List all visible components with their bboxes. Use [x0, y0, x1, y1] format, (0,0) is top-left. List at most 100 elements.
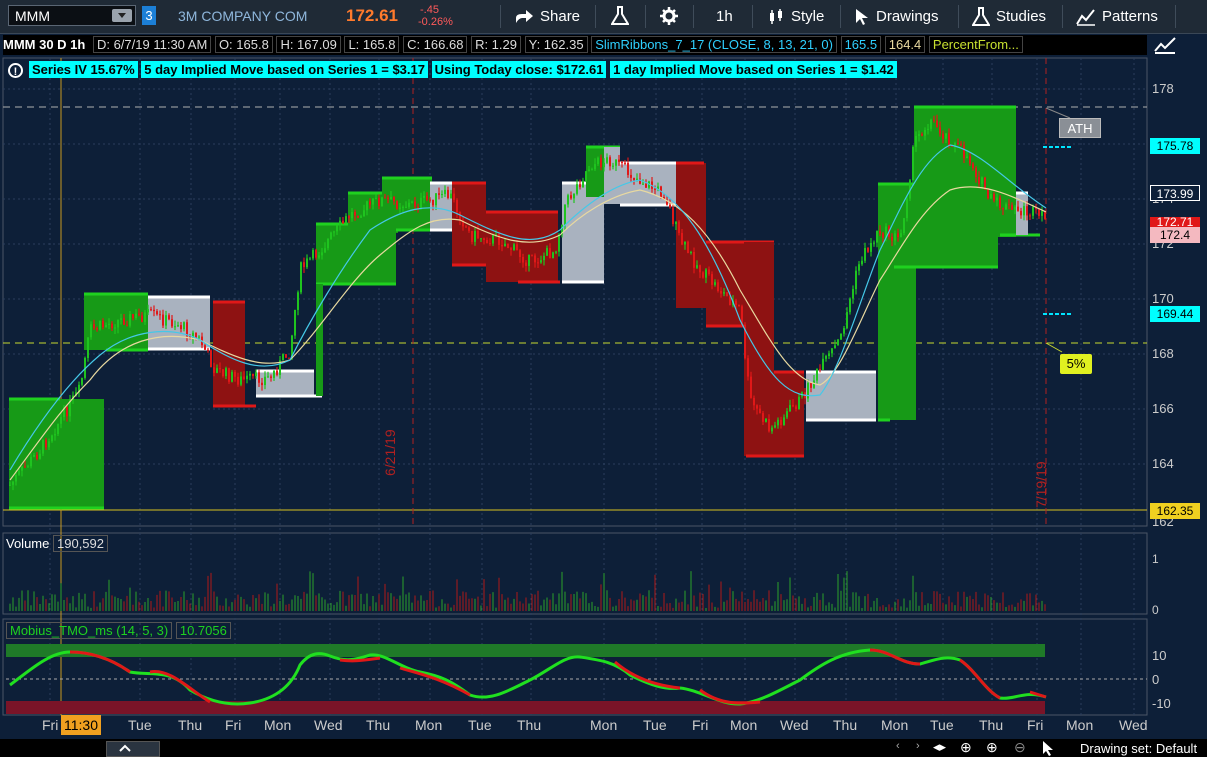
candle-body: [195, 332, 197, 338]
scroll-handle[interactable]: [106, 741, 160, 757]
candle-body: [978, 176, 980, 184]
candle-body: [717, 282, 719, 291]
candle-body: [672, 207, 674, 225]
candle-body: [783, 417, 785, 426]
candle-body: [333, 231, 335, 233]
style-button[interactable]: Style: [767, 0, 824, 33]
study-value-2: 164.4: [884, 36, 926, 53]
crosshair-icon[interactable]: ⊕: [960, 739, 972, 756]
candle-body: [153, 309, 155, 312]
x-axis-label: Mon: [1066, 717, 1094, 733]
candle-body: [300, 262, 302, 293]
toolbar: MMM 3 3M COMPANY COM 172.61 -.45 -0.26% …: [0, 0, 1207, 34]
fit-icon[interactable]: ◂▸: [933, 739, 946, 755]
candle-body: [492, 235, 494, 244]
chevron-down-icon[interactable]: [112, 9, 132, 22]
candle-body: [960, 143, 962, 146]
ath-label[interactable]: ATH: [1059, 118, 1101, 138]
candle-body: [543, 255, 545, 261]
flask-button[interactable]: [610, 0, 630, 33]
expand-icon[interactable]: [1153, 36, 1177, 54]
candle-body: [225, 368, 227, 377]
study-label[interactable]: SlimRibbons_7_17 (CLOSE, 8, 13, 21, 0): [591, 36, 837, 53]
candle-body: [240, 376, 242, 385]
volume-axis-bottom: 0: [1152, 603, 1159, 617]
candle-body: [261, 382, 263, 386]
candle-body: [849, 298, 851, 313]
study-label-2[interactable]: PercentFrom...: [928, 36, 1023, 53]
candle-body: [726, 292, 728, 297]
candle-body: [546, 248, 548, 256]
candle-body: [957, 143, 959, 145]
chevron-up-icon[interactable]: [119, 743, 131, 753]
candle-body: [756, 405, 758, 409]
zoom-in-icon[interactable]: ⊕: [986, 739, 998, 756]
candle-body: [690, 251, 692, 253]
candle-body: [723, 292, 725, 294]
link-group-badge[interactable]: 3: [142, 6, 156, 25]
volume-label: Volume 190,592: [6, 535, 108, 552]
studies-button[interactable]: Studies: [972, 0, 1046, 33]
drawing-set-label[interactable]: Drawing set: Default: [1080, 741, 1207, 756]
candle-body: [474, 230, 476, 242]
candle-body: [9, 484, 11, 486]
candle-body: [531, 254, 533, 256]
info-icon[interactable]: !: [8, 63, 23, 79]
timeframe-button[interactable]: 1h: [716, 0, 733, 33]
candle-body: [780, 419, 782, 426]
implied-move-1d: 1 day Implied Move based on Series 1 = $…: [610, 61, 897, 78]
candle-body: [264, 376, 266, 386]
candle-body: [351, 211, 353, 219]
candle-body: [246, 375, 248, 380]
candle-body: [948, 133, 950, 146]
drawings-button[interactable]: Drawings: [854, 0, 939, 33]
candle-body: [66, 407, 68, 417]
x-axis-label: Tue: [643, 717, 667, 733]
tmo-title[interactable]: Mobius_TMO_ms (14, 5, 3): [6, 622, 173, 639]
candle-body: [399, 207, 401, 209]
x-axis-label: Wed: [1119, 717, 1148, 733]
candle-body: [138, 313, 140, 316]
candle-body: [549, 248, 551, 259]
expand-icon-svg: [1154, 37, 1176, 54]
candle-body: [693, 251, 695, 268]
candle-body: [231, 371, 233, 382]
candle-body: [417, 206, 419, 208]
candle-body: [381, 197, 383, 207]
settings-button[interactable]: [660, 0, 678, 33]
candle-body: [432, 199, 434, 206]
chart-area[interactable]: [0, 34, 1207, 757]
candle-body: [180, 325, 182, 330]
candle-body: [879, 231, 881, 234]
candle-body: [120, 318, 122, 320]
candle-body: [285, 354, 287, 358]
candle-body: [762, 413, 764, 422]
candle-body: [633, 177, 635, 181]
candle-body: [249, 373, 251, 376]
x-axis-label: Mon: [590, 717, 618, 733]
candle-body: [297, 292, 299, 310]
candle-body: [759, 408, 761, 414]
chart-canvas: [0, 34, 1207, 757]
scroll-right-icon[interactable]: ›: [916, 740, 920, 752]
symbol-input[interactable]: MMM: [8, 5, 136, 26]
share-button[interactable]: Share: [514, 0, 580, 33]
cursor-arrow-icon[interactable]: [1042, 740, 1056, 757]
tmo-axis: 0: [1152, 672, 1160, 687]
candle-body: [537, 262, 539, 264]
open-readout: O: 165.8: [214, 36, 273, 53]
candle-body: [705, 269, 707, 278]
candle-body: [765, 418, 767, 422]
candle-body: [270, 376, 272, 378]
candle-body: [834, 345, 836, 349]
scroll-left-icon[interactable]: ‹: [896, 740, 900, 752]
zoom-out-icon[interactable]: ⊖: [1014, 739, 1026, 756]
candle-body: [579, 184, 581, 188]
price-change: -.45: [420, 4, 439, 16]
x-axis-label: Fri: [42, 717, 59, 733]
candle-body: [930, 119, 932, 129]
patterns-button[interactable]: Patterns: [1076, 0, 1158, 33]
candle-body: [396, 201, 398, 209]
candle-body: [213, 367, 215, 373]
pct-label[interactable]: 5%: [1060, 354, 1092, 374]
